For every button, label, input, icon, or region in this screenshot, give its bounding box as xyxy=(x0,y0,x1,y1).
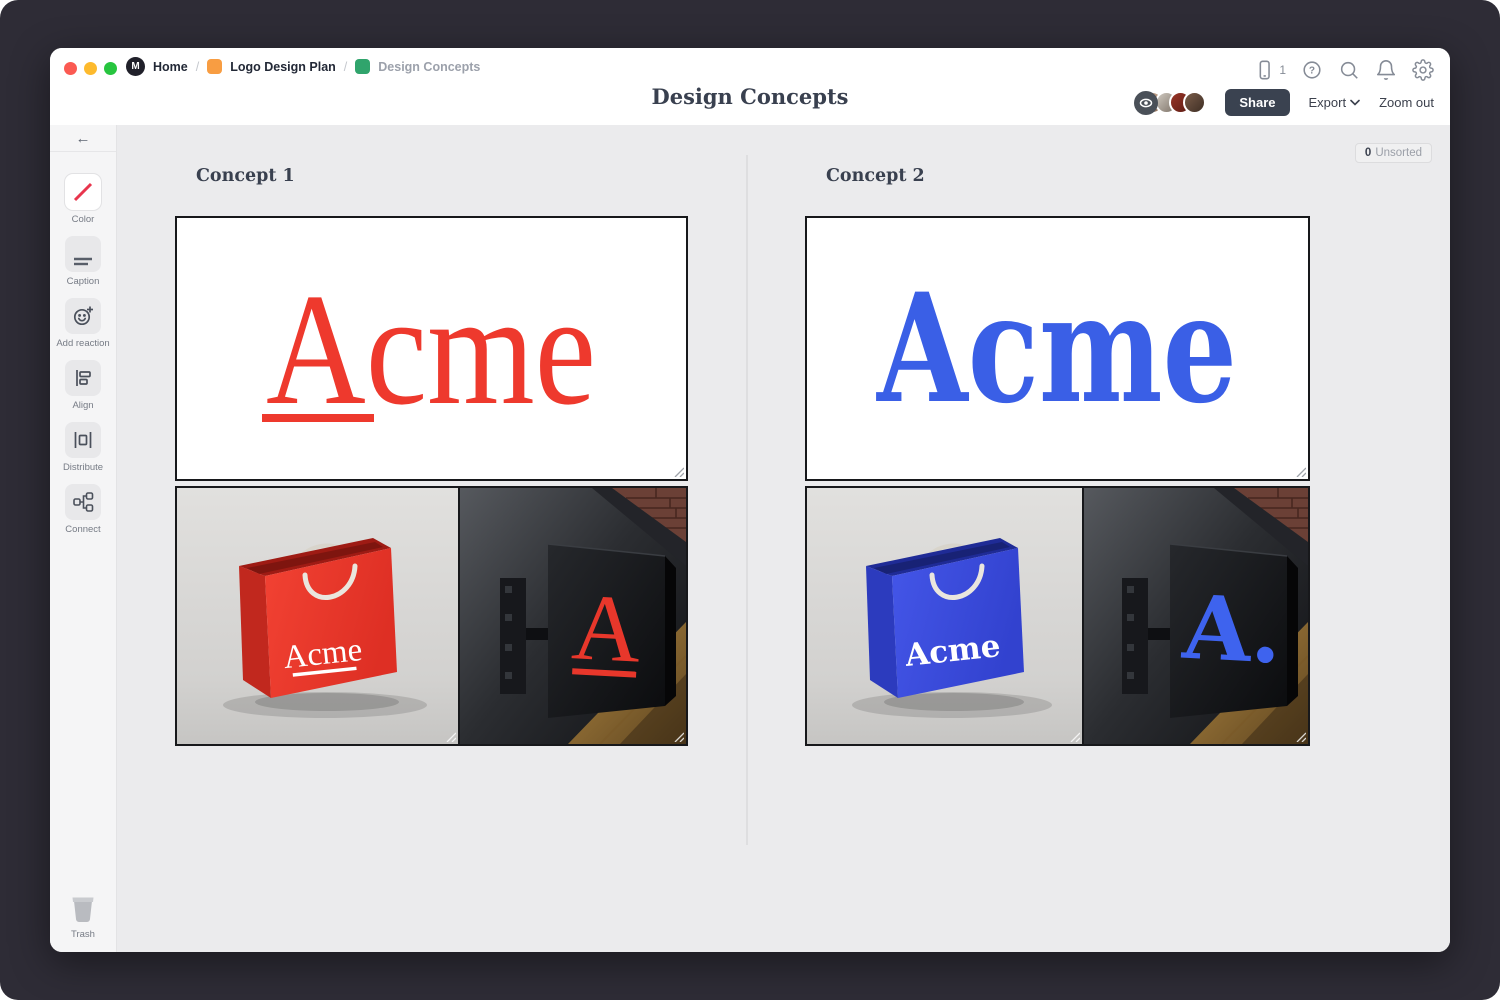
chevron-down-icon xyxy=(1350,99,1360,106)
tool-color[interactable]: Color xyxy=(65,174,101,225)
tool-distribute[interactable]: Distribute xyxy=(63,422,103,473)
concept-2-sign-mockup[interactable]: A. xyxy=(1082,486,1310,746)
concept-1-heading[interactable]: Concept 1 xyxy=(196,166,295,186)
zoom-out-button[interactable]: Zoom out xyxy=(1379,95,1434,110)
help-icon: ? xyxy=(1301,58,1323,82)
settings-button[interactable] xyxy=(1412,58,1434,82)
window-controls xyxy=(64,62,117,75)
breadcrumb-separator: / xyxy=(344,60,347,74)
sidebar-back-button[interactable]: ← xyxy=(50,125,116,152)
tool-sidebar: ← Color Caption xyxy=(50,125,117,952)
minimize-window-button[interactable] xyxy=(84,62,97,75)
device-sync-button[interactable]: 1 xyxy=(1253,58,1286,82)
notifications-button[interactable] xyxy=(1375,58,1397,82)
trash-dropzone[interactable]: Trash xyxy=(50,893,116,940)
avatar xyxy=(1183,91,1206,114)
resize-handle-icon[interactable] xyxy=(672,730,684,742)
breadcrumb-current: Design Concepts xyxy=(378,60,480,74)
add-reaction-icon xyxy=(65,298,101,334)
search-button[interactable] xyxy=(1338,58,1360,82)
board-canvas[interactable]: 0Unsorted Concept 1 Acme xyxy=(117,125,1450,952)
desktop-backdrop: M Home / Logo Design Plan / Design Conce… xyxy=(0,0,1500,1000)
board-icon-orange xyxy=(207,59,222,74)
concept-1-logo-card[interactable]: Acme xyxy=(175,216,688,481)
resize-handle-icon[interactable] xyxy=(1294,465,1306,477)
back-arrow-icon: ← xyxy=(76,130,91,147)
resize-handle-icon[interactable] xyxy=(1068,730,1080,742)
resize-handle-icon[interactable] xyxy=(444,730,456,742)
search-icon xyxy=(1338,58,1360,82)
tool-align[interactable]: Align xyxy=(65,360,101,411)
resize-handle-icon[interactable] xyxy=(672,465,684,477)
concept-1-logo-text: Acme xyxy=(266,260,596,438)
concept-2-bag-mockup[interactable]: Acme xyxy=(805,486,1084,746)
concept-2-heading[interactable]: Concept 2 xyxy=(826,166,925,186)
app-window: M Home / Logo Design Plan / Design Conce… xyxy=(50,48,1450,952)
column-divider xyxy=(746,155,748,845)
tool-connect[interactable]: Connect xyxy=(65,484,101,535)
eye-avatar-icon xyxy=(1134,91,1158,115)
breadcrumb: M Home / Logo Design Plan / Design Conce… xyxy=(126,57,480,76)
milanote-logo-icon[interactable]: M xyxy=(126,57,145,76)
svg-text:?: ? xyxy=(1309,66,1315,77)
concept-1-bag-mockup[interactable]: Acme xyxy=(175,486,460,746)
concept-1-sign-mockup[interactable]: A xyxy=(458,486,688,746)
concept-2-logo-card[interactable]: Acme xyxy=(805,216,1310,481)
close-window-button[interactable] xyxy=(64,62,77,75)
resize-handle-icon[interactable] xyxy=(1294,730,1306,742)
breadcrumb-board[interactable]: Logo Design Plan xyxy=(230,60,336,74)
device-icon xyxy=(1253,58,1275,82)
concept-2-logo-text: Acme xyxy=(875,261,1237,437)
presence-avatars[interactable] xyxy=(1134,91,1206,115)
help-button[interactable]: ? xyxy=(1301,58,1323,82)
breadcrumb-home[interactable]: Home xyxy=(153,60,188,74)
caption-icon xyxy=(65,236,101,272)
share-button[interactable]: Share xyxy=(1225,89,1289,116)
top-bar: M Home / Logo Design Plan / Design Conce… xyxy=(50,48,1450,125)
concept-1-sign-letter: A xyxy=(569,573,643,682)
connect-icon xyxy=(65,484,101,520)
maximize-window-button[interactable] xyxy=(104,62,117,75)
unsorted-badge[interactable]: 0Unsorted xyxy=(1355,143,1432,163)
bell-icon xyxy=(1375,58,1397,82)
breadcrumb-separator: / xyxy=(196,60,199,74)
trash-icon xyxy=(66,893,100,925)
distribute-icon xyxy=(65,422,101,458)
gear-icon xyxy=(1412,58,1434,82)
device-count-badge: 1 xyxy=(1279,63,1286,77)
tool-add-reaction[interactable]: Add reaction xyxy=(56,298,109,349)
export-button[interactable]: Export xyxy=(1309,95,1361,110)
concept-2-sign-letter: A. xyxy=(1179,575,1284,684)
tool-caption[interactable]: Caption xyxy=(65,236,101,287)
align-icon xyxy=(65,360,101,396)
color-swatch-icon xyxy=(65,174,101,210)
board-icon-green xyxy=(355,59,370,74)
